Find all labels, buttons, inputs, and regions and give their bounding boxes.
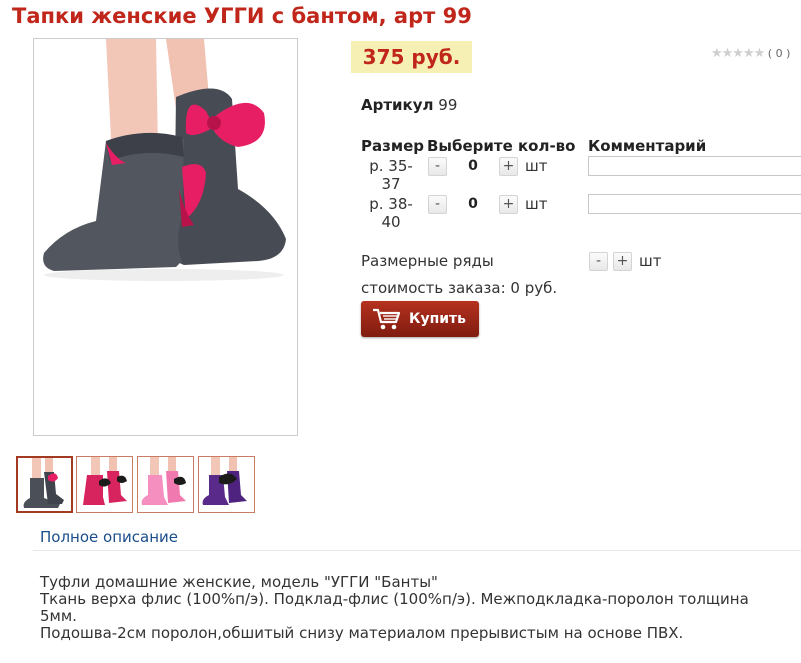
size-label-row-1: р. 35-37 (369, 157, 413, 193)
description-line: Подошва-2см поролон,обшитый снизу матери… (40, 624, 684, 642)
header-size: Размер (361, 137, 425, 155)
order-total: стоимость заказа: 0 руб. (361, 279, 558, 297)
boots-photo (43, 39, 286, 281)
article-label: Артикул (361, 96, 434, 114)
qty-value-row-1: 0 (468, 158, 478, 174)
qty-plus-button-row-1[interactable]: + (499, 157, 518, 176)
product-description: Туфли домашние женские, модель "УГГИ "Ба… (40, 574, 801, 642)
comment-input-row-1[interactable] (588, 156, 801, 176)
header-quantity: Выберите кол-во (427, 137, 576, 155)
rating-count: ( 0 ) (767, 47, 791, 60)
header-comment: Комментарий (588, 137, 707, 155)
article-value: 99 (438, 96, 458, 114)
qty-value-row-2: 0 (468, 196, 478, 212)
thumbnail-boot-icon (23, 458, 64, 508)
shopping-cart-icon (372, 307, 402, 335)
size-label-row-2: р. 38-40 (369, 195, 413, 231)
thumbnail-boot-icon (202, 457, 247, 505)
product-title: Тапки женские УГГИ с бантом, арт 99 (12, 4, 472, 28)
description-line: Ткань верха флис (100%п/э). Подклад-флис… (40, 590, 749, 608)
article-line: Артикул 99 (361, 96, 457, 114)
qty-unit-row-1: шт (525, 157, 548, 175)
size-rows-minus-button[interactable]: - (589, 252, 608, 271)
buy-button-label: Купить (409, 311, 467, 327)
qty-unit-row-2: шт (525, 195, 548, 213)
description-divider (33, 550, 801, 551)
thumbnail-4[interactable] (198, 456, 255, 513)
description-line: Туфли домашние женские, модель "УГГИ "Ба… (40, 573, 438, 591)
size-rows-label: Размерные ряды (361, 252, 494, 270)
full-description-tab[interactable]: Полное описание (40, 528, 178, 546)
thumbnail-2[interactable] (76, 456, 133, 513)
description-line: 5мм. (40, 607, 77, 625)
product-price: 375 руб. (351, 41, 472, 73)
qty-minus-button-row-1[interactable]: - (428, 157, 447, 176)
thumbnail-3[interactable] (137, 456, 194, 513)
thumbnail-boot-icon (83, 457, 127, 505)
thumbnail-boot-icon (141, 457, 186, 505)
size-rows-unit: шт (639, 252, 662, 270)
qty-minus-button-row-2[interactable]: - (428, 195, 447, 214)
rating-stars-icon[interactable]: ★★★★★ (711, 46, 765, 61)
rating-widget[interactable]: ★★★★★ ( 0 ) (711, 46, 790, 61)
thumbnail-1[interactable] (16, 456, 73, 513)
qty-plus-button-row-2[interactable]: + (499, 195, 518, 214)
size-rows-plus-button[interactable]: + (613, 252, 632, 271)
main-product-photo[interactable] (33, 38, 298, 436)
buy-button[interactable]: Купить (361, 301, 479, 337)
comment-input-row-2[interactable] (588, 194, 801, 214)
